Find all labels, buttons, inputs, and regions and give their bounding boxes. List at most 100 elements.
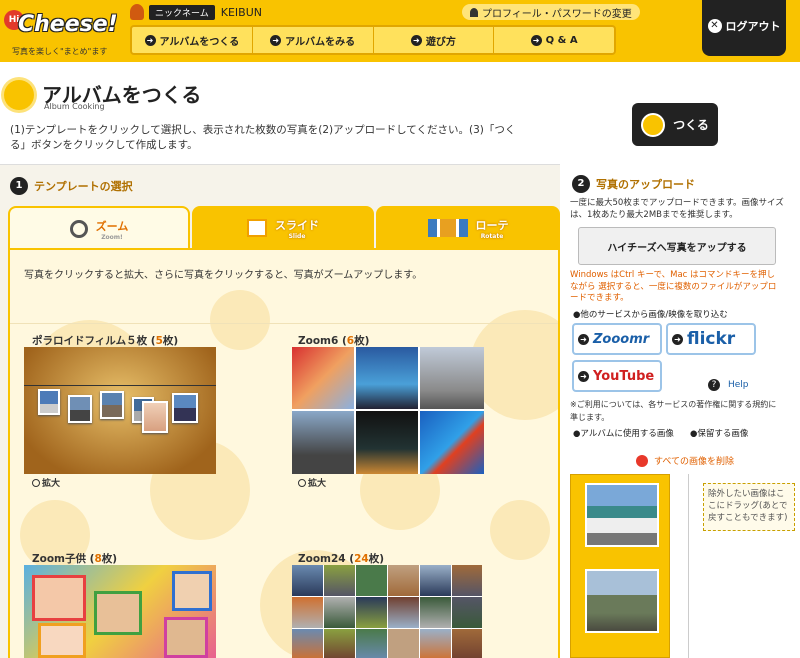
tab-rotate-label: ローテ [475,218,509,232]
template-name-zoom6: Zoom6 (6枚) [298,335,370,347]
grid-photo [356,565,387,596]
copyright-note: ※ご利用については、各サービスの著作権に関する規約に準じます。 [570,400,777,422]
create-label: つくる [673,118,709,132]
template-thumb-zoom24[interactable] [292,565,482,658]
grid-photo [356,411,418,474]
album-images-dropzone[interactable] [570,474,670,658]
grid-photo [324,629,355,658]
tab-slide-label: スライド [275,218,319,232]
flickr-button[interactable]: ➜ flickr [666,323,756,355]
grid-photo [356,597,387,628]
nav-item-how-to[interactable]: ➜ 遊び方 [374,27,495,53]
youtube-button[interactable]: ➜ YouTube [572,360,662,392]
main-nav: ➜ アルバムをつくる ➜ アルバムをみる ➜ 遊び方 ➜ Q & A [130,25,616,55]
grid-photo [324,565,355,596]
other-services-label: ●他のサービスから画像/映像を取り込む [573,310,728,320]
grid-photo [452,629,482,658]
kid-photo [94,591,142,635]
username: KEIBUN [220,5,262,19]
rotate-icon [427,219,468,237]
template-count: 8 [94,553,102,565]
delete-all-images-link[interactable]: すべての画像を削除 [636,454,734,467]
tab-slide[interactable]: スライド Slide [192,206,374,250]
kid-photo [172,571,212,611]
grid-photo [452,565,482,596]
tab-zoom[interactable]: ズーム Zoom! [8,206,190,250]
template-count: 6 [346,335,355,347]
help-label: Help [728,380,749,390]
uploaded-image[interactable] [585,483,659,547]
logo-wordmark: Cheese! [18,12,118,37]
template-count: 5 [155,335,163,347]
page-subtitle: Album Cooking [44,102,105,111]
template-count: 24 [354,553,369,565]
logo-tagline: 写真を楽しく"まとめ"ます [12,47,108,56]
template-thumb-polaroid[interactable] [24,347,216,474]
enlarge-label: 拡大 [308,479,327,489]
person-icon [470,7,478,17]
close-icon: ✕ [707,19,722,33]
site-logo[interactable]: Hi Cheese! 写真を楽しく"まとめ"ます [4,6,122,56]
template-name-zoom24: Zoom24 (24枚) [298,553,384,565]
uploaded-image[interactable] [585,569,659,633]
nav-item-view-album[interactable]: ➜ アルバムをみる [253,27,374,53]
grid-photo [292,597,323,628]
nav-label: アルバムをつくる [159,36,240,48]
profile-link-label: プロフィール・パスワードの変更 [482,8,632,20]
nav-label: Q & A [545,34,578,46]
use-images-label: ●アルバムに使用する画像 [573,429,674,439]
arrow-right-icon: ➜ [530,34,542,46]
enlarge-link[interactable]: 拡大 [298,476,326,489]
template-name-zoom-kids: Zoom子供 (8枚) [32,553,118,565]
grid-photo [292,411,354,474]
logout-button[interactable]: ✕ ログアウト [702,0,786,56]
arrow-right-icon: ➜ [578,370,589,382]
magnifier-icon [298,479,306,487]
slide-icon [247,219,267,237]
upload-photos-button[interactable]: ハイチーズへ写真をアップする [578,227,776,265]
grid-photo [292,629,323,658]
enlarge-link[interactable]: 拡大 [32,476,60,489]
template-unit: 枚 [162,335,174,347]
nav-label: 遊び方 [425,36,456,48]
magnifier-icon [69,220,88,238]
nav-item-qa[interactable]: ➜ Q & A [494,27,614,53]
arrow-right-icon: ➜ [410,34,422,46]
tab-rotate-sub: Rotate [480,232,504,240]
template-thumb-zoom6[interactable] [292,347,484,474]
polaroid-photo [172,393,198,423]
instructions-text: (1)テンプレートをクリックして選択し、表示された枚数の写真を(2)アップロード… [10,124,516,151]
template-thumb-zoom-kids[interactable] [24,565,216,658]
arrow-right-icon: ➜ [578,333,589,345]
refresh-icon [636,454,648,467]
profile-settings-link[interactable]: プロフィール・パスワードの変更 [462,4,640,20]
grid-photo [420,565,451,596]
template-name-text: Zoom6 [298,335,339,347]
cheese-icon [641,112,666,137]
arrow-right-icon: ➜ [270,34,282,46]
template-unit: 枚 [101,553,113,565]
upload-section-heading: 2 写真のアップロード [572,175,695,193]
question-icon: ? [708,379,720,391]
help-link[interactable]: ? Help [708,379,749,391]
template-tabs: ズーム Zoom! スライド Slide ローテ Rotate [8,206,560,250]
grid-photo [388,597,419,628]
template-heading-text: テンプレートの選択 [34,180,133,193]
template-name-text: Zoom子供 [32,553,86,565]
grid-photo [388,629,419,658]
grid-photo [420,347,484,409]
polaroid-photo [68,395,92,423]
create-button[interactable]: つくる [632,103,718,146]
grid-photo [388,565,419,596]
template-unit: 枚 [354,335,365,347]
grid-photo [420,629,451,658]
zoom-description: 写真をクリックすると拡大、さらに写真をクリックすると、写真がズームアップします。 [24,270,423,281]
template-name-polaroid: ポラロイドフィルム５枚 (5枚) [32,335,179,347]
step-two-badge: 2 [572,175,590,193]
grid-photo [420,411,484,474]
zooomr-button[interactable]: ➜ Zooomr [572,323,662,355]
polaroid-photo [38,389,60,415]
tab-rotate[interactable]: ローテ Rotate [376,206,560,250]
nav-item-create-album[interactable]: ➜ アルバムをつくる [132,27,253,53]
background-dot [490,500,550,560]
